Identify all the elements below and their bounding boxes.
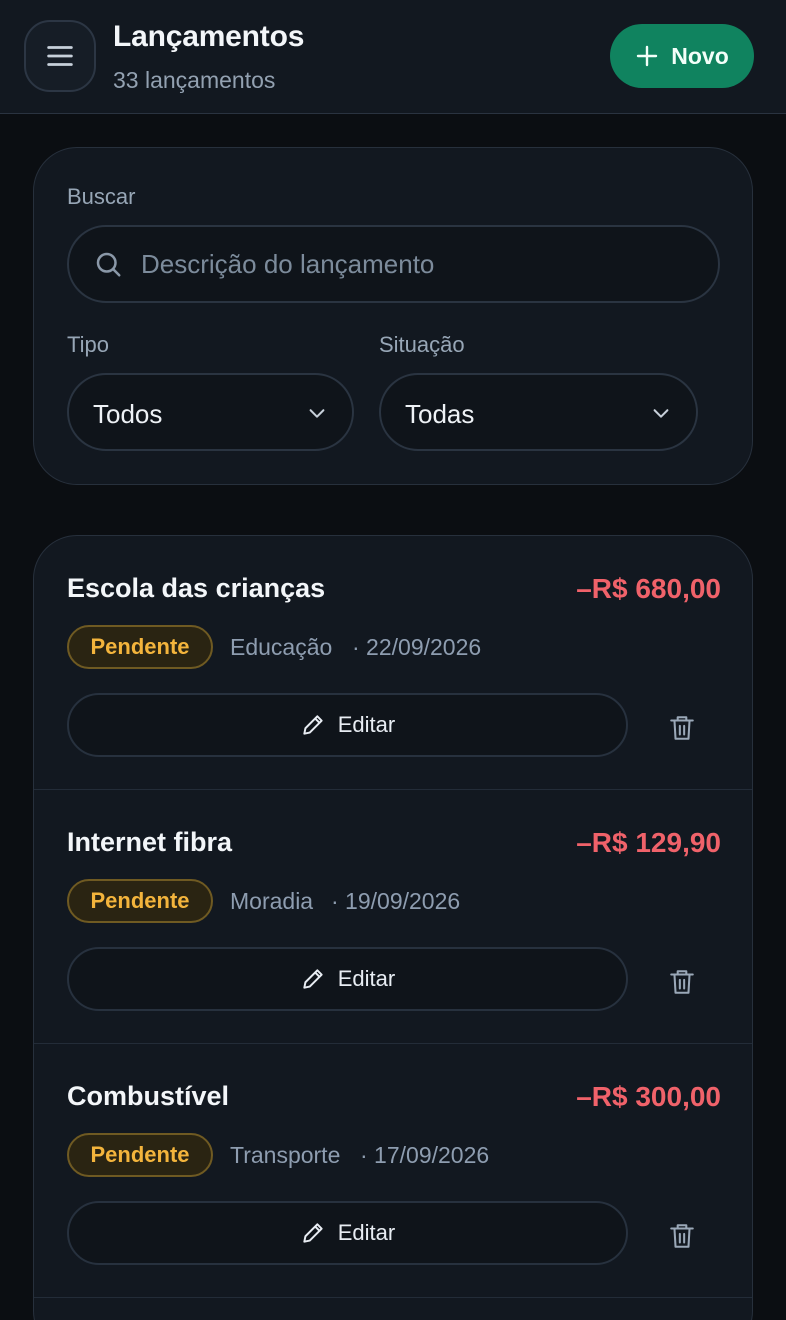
type-label: Tipo <box>67 332 109 357</box>
search-box <box>67 225 720 303</box>
transaction-item: Escola das crianças –R$ 680,00 Pendente … <box>34 536 752 790</box>
pencil-icon <box>303 969 323 989</box>
pencil-icon <box>303 1223 323 1243</box>
transaction-name: Internet fibra <box>67 827 233 857</box>
plus-icon <box>637 45 658 67</box>
transaction-amount: –R$ 129,90 <box>576 827 721 858</box>
delete-button[interactable] <box>662 1216 702 1256</box>
chevron-down-icon <box>653 409 669 418</box>
edit-label: Editar <box>337 1220 396 1245</box>
transaction-category: Educação <box>230 634 333 660</box>
trash-icon <box>670 716 694 740</box>
edit-button[interactable]: Editar <box>67 693 628 757</box>
new-entry-button[interactable]: Novo <box>610 24 754 88</box>
menu-icon <box>47 46 73 66</box>
type-select[interactable]: Todos <box>67 373 354 451</box>
transaction-amount: –R$ 300,00 <box>576 1081 721 1112</box>
edit-button[interactable]: Editar <box>67 1201 628 1265</box>
pencil-icon <box>303 715 323 735</box>
trash-icon <box>670 1224 694 1248</box>
type-select-value: Todos <box>93 399 163 429</box>
transaction-date: · 19/09/2026 <box>331 888 461 914</box>
search-input[interactable] <box>141 227 701 301</box>
transaction-date: · 17/09/2026 <box>360 1142 490 1168</box>
edit-label: Editar <box>337 712 396 737</box>
transaction-amount: –R$ 680,00 <box>576 573 721 604</box>
edit-button[interactable]: Editar <box>67 947 628 1011</box>
status-select[interactable]: Todas <box>379 373 698 451</box>
transaction-category: Transporte <box>230 1142 341 1168</box>
status-label: Situação <box>379 332 465 357</box>
delete-button[interactable] <box>662 708 702 748</box>
status-badge: Pendente <box>67 1133 213 1177</box>
transaction-name: Combustível <box>67 1081 230 1111</box>
search-label: Buscar <box>67 184 136 209</box>
page-title: Lançamentos <box>113 20 305 53</box>
transaction-item: Internet fibra –R$ 129,90 Pendente Morad… <box>34 790 752 1044</box>
status-badge: Pendente <box>67 879 213 923</box>
transaction-category: Moradia <box>230 888 314 914</box>
transaction-list: Escola das crianças –R$ 680,00 Pendente … <box>33 535 753 1320</box>
status-badge: Pendente <box>67 625 213 669</box>
trash-icon <box>670 970 694 994</box>
status-select-value: Todas <box>405 399 475 429</box>
entry-count: 33 lançamentos <box>113 67 276 93</box>
transaction-name: Escola das crianças <box>67 573 326 603</box>
filter-card: Buscar Tipo Situação Todos Todas <box>33 147 753 485</box>
new-entry-label: Novo <box>671 42 729 69</box>
transaction-item: Combustível –R$ 300,00 Pendente Transpor… <box>34 1044 752 1298</box>
chevron-down-icon <box>309 409 325 418</box>
transaction-date: · 22/09/2026 <box>352 634 482 660</box>
menu-button[interactable] <box>24 20 96 92</box>
search-icon <box>96 252 121 277</box>
delete-button[interactable] <box>662 962 702 1002</box>
app-header: Lançamentos 33 lançamentos Novo <box>0 0 786 114</box>
edit-label: Editar <box>337 966 396 991</box>
